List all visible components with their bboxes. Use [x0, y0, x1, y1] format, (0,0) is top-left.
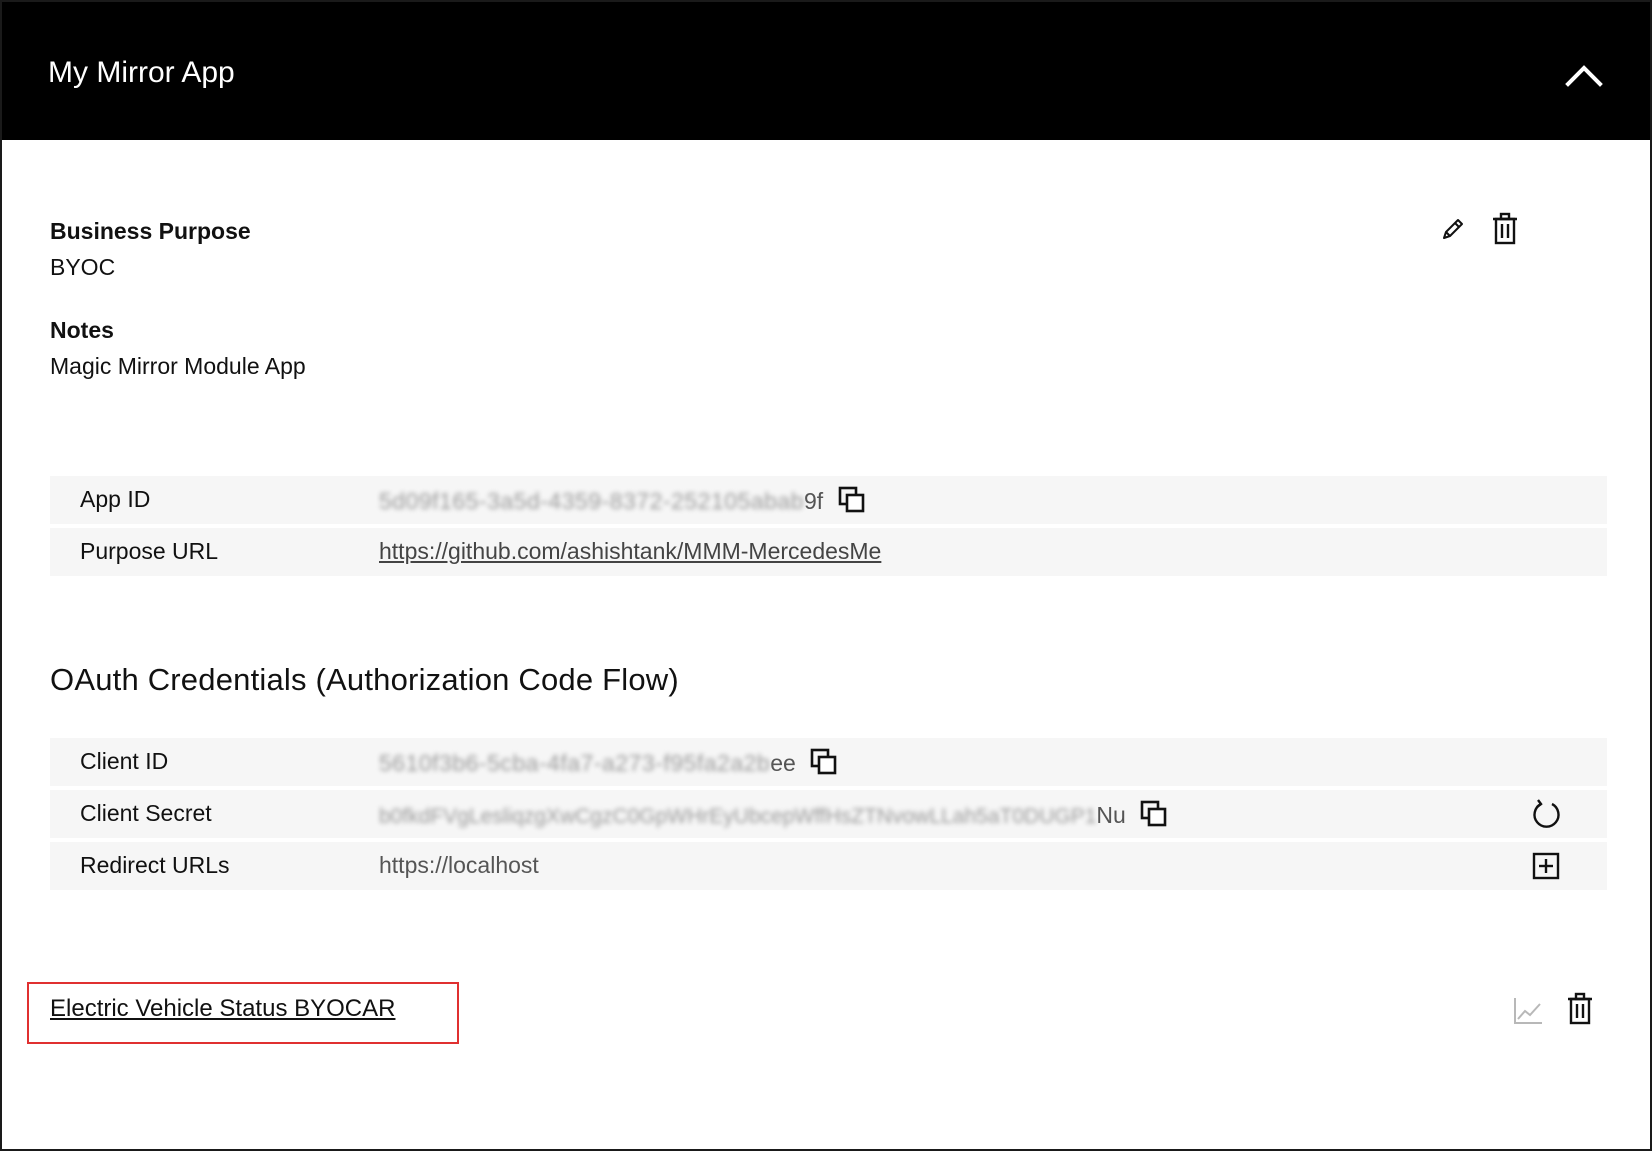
client-id-value: 5610f3b6-5cba-4fa7-a273-f95fa2a2bee [379, 748, 838, 782]
purpose-url-row: Purpose URL https://github.com/ashishtan… [50, 528, 1607, 576]
trash-icon [1493, 212, 1517, 245]
redirect-urls-label: Redirect URLs [80, 852, 230, 878]
purpose-url-container: https://github.com/ashishtank/MMM-Merced… [379, 538, 881, 565]
regenerate-secret-button[interactable] [1530, 798, 1562, 830]
product-link[interactable]: Electric Vehicle Status BYOCAR [50, 995, 395, 1023]
trash-icon [1568, 992, 1592, 1025]
oauth-section-title: OAuth Credentials (Authorization Code Fl… [50, 662, 679, 697]
business-purpose-value: BYOC [50, 254, 116, 280]
app-id-label: App ID [80, 486, 151, 512]
copy-icon [810, 748, 837, 775]
chevron-up-icon [1565, 65, 1603, 87]
redirect-urls-value: https://localhost [379, 852, 539, 878]
client-secret-label: Client Secret [80, 800, 212, 826]
client-secret-masked: b0fkdFVgLesliqzgXwCgzC0GpWHrEyUbcepWffHs… [379, 805, 1097, 829]
app-title: My Mirror App [48, 56, 235, 89]
client-secret-tail: Nu [1096, 802, 1126, 829]
app-id-row: App ID 5d09f165-3a5d-4359-8372-252105aba… [50, 476, 1607, 524]
client-id-masked: 5610f3b6-5cba-4fa7-a273-f95fa2a2b [379, 750, 771, 777]
product-analytics-button[interactable] [1512, 996, 1544, 1026]
client-id-tail: ee [770, 750, 796, 777]
plus-square-icon [1532, 852, 1560, 880]
redirect-urls-row: Redirect URLs https://localhost [50, 842, 1607, 890]
copy-client-id-button[interactable] [810, 748, 838, 782]
add-redirect-url-button[interactable] [1531, 851, 1561, 881]
collapse-button[interactable] [1562, 54, 1606, 94]
copy-client-secret-button[interactable] [1140, 800, 1168, 834]
edit-app-button[interactable] [1438, 214, 1468, 244]
app-id-tail: 9f [803, 488, 824, 515]
client-secret-value: b0fkdFVgLesliqzgXwCgzC0GpWHrEyUbcepWffHs… [379, 800, 1168, 834]
app-id-masked: 5d09f165-3a5d-4359-8372-252105abab [379, 488, 804, 515]
pencil-icon [1443, 219, 1463, 239]
client-secret-row: Client Secret b0fkdFVgLesliqzgXwCgzC0GpW… [50, 790, 1607, 838]
business-purpose-label: Business Purpose [50, 218, 251, 244]
notes-label: Notes [50, 317, 114, 343]
app-id-value: 5d09f165-3a5d-4359-8372-252105abab9f [379, 486, 866, 520]
delete-app-button[interactable] [1490, 212, 1520, 246]
client-id-row: Client ID 5610f3b6-5cba-4fa7-a273-f95fa2… [50, 738, 1607, 786]
app-info-table: App ID 5d09f165-3a5d-4359-8372-252105aba… [50, 476, 1607, 576]
notes-value: Magic Mirror Module App [50, 353, 306, 379]
copy-app-id-button[interactable] [838, 486, 866, 520]
copy-icon [838, 486, 864, 513]
client-id-label: Client ID [80, 748, 169, 774]
copy-icon [1140, 800, 1167, 827]
purpose-url-label: Purpose URL [80, 538, 219, 564]
remove-product-button[interactable] [1565, 992, 1595, 1026]
app-card: My Mirror App Business Purpose BYOC Note… [0, 0, 1652, 1151]
purpose-url-link[interactable]: https://github.com/ashishtank/MMM-Merced… [379, 538, 881, 564]
refresh-icon [1533, 799, 1560, 828]
line-chart-icon [1514, 998, 1542, 1024]
oauth-table: Client ID 5610f3b6-5cba-4fa7-a273-f95fa2… [50, 738, 1607, 893]
app-card-header[interactable]: My Mirror App [2, 2, 1650, 140]
